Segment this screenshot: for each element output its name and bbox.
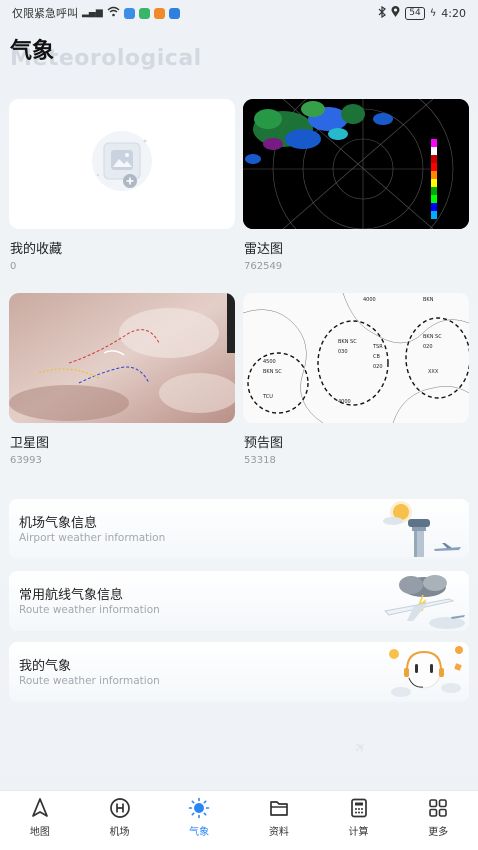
nav-label-weather: 气象 bbox=[189, 827, 210, 838]
location-icon bbox=[391, 5, 400, 21]
nav-item-calculate[interactable]: 计算 bbox=[319, 791, 399, 850]
nav-label-airport: 机场 bbox=[109, 827, 130, 838]
svg-text:BKN SC: BKN SC bbox=[423, 334, 442, 340]
assistant-avatar-icon bbox=[389, 646, 463, 697]
svg-text:020: 020 bbox=[373, 364, 383, 370]
svg-text:BKN SC: BKN SC bbox=[338, 339, 357, 345]
nav-label-map: 地图 bbox=[29, 827, 50, 838]
route-weather-title: 常用航线气象信息 bbox=[19, 588, 124, 603]
my-weather-subtitle: Route weather information bbox=[19, 675, 160, 687]
watermark: ✈ bbox=[351, 738, 371, 758]
svg-text:BKN: BKN bbox=[423, 297, 434, 303]
nav-item-airport[interactable]: 机场 bbox=[80, 791, 160, 850]
favorites-card[interactable] bbox=[9, 99, 235, 229]
route-weather-card[interactable]: 常用航线气象信息 Route weather information bbox=[9, 571, 469, 631]
app-icon-blue bbox=[123, 7, 135, 19]
charging-icon: ϟ bbox=[429, 7, 437, 19]
airport-weather-subtitle: Airport weather information bbox=[19, 532, 166, 544]
add-image-icon bbox=[92, 131, 152, 191]
bottom-navigation: 地图 机场 气象 资料 计算 更多 bbox=[0, 790, 478, 850]
svg-text:BKN SC: BKN SC bbox=[263, 369, 282, 375]
favorites-label: 我的收藏 bbox=[10, 242, 63, 257]
svg-text:XXX: XXX bbox=[428, 369, 439, 375]
radar-image-card[interactable] bbox=[243, 99, 469, 229]
satellite-image-card[interactable] bbox=[9, 293, 235, 423]
favorites-count: 0 bbox=[10, 261, 17, 272]
nav-label-more: 更多 bbox=[428, 827, 449, 838]
route-weather-subtitle: Route weather information bbox=[19, 604, 160, 616]
radar-count: 762549 bbox=[244, 261, 283, 272]
airport-weather-title: 机场气象信息 bbox=[19, 516, 98, 531]
svg-text:020: 020 bbox=[423, 344, 433, 350]
sun-icon bbox=[188, 797, 210, 819]
grid-more-icon bbox=[429, 799, 447, 817]
satellite-map-image bbox=[9, 293, 235, 423]
wifi-icon bbox=[107, 6, 120, 20]
svg-text:CB: CB bbox=[373, 354, 380, 360]
signal-icon: ▂▄▆ bbox=[82, 8, 103, 18]
nav-item-map[interactable]: 地图 bbox=[0, 791, 80, 850]
svg-text:4500: 4500 bbox=[263, 359, 276, 365]
svg-text:TCU: TCU bbox=[262, 394, 273, 400]
nav-item-weather[interactable]: 气象 bbox=[159, 791, 239, 850]
airport-weather-card[interactable]: 机场气象信息 Airport weather information bbox=[9, 499, 469, 559]
airplane-cloud-icon bbox=[383, 575, 465, 629]
nav-label-calculate: 计算 bbox=[348, 827, 369, 838]
app-icon-green bbox=[138, 7, 150, 19]
carrier-text: 仅限紧急呼叫 bbox=[12, 7, 78, 20]
status-bar: 仅限紧急呼叫 ▂▄▆ 54 ϟ 4:20 bbox=[0, 0, 478, 26]
satellite-label: 卫星图 bbox=[10, 436, 50, 451]
app-icon-blue2 bbox=[168, 7, 180, 19]
bluetooth-icon bbox=[378, 5, 387, 21]
svg-text:030: 030 bbox=[338, 349, 348, 355]
nav-item-documents[interactable]: 资料 bbox=[239, 791, 319, 850]
calculator-icon bbox=[350, 798, 367, 818]
forecast-label: 预告图 bbox=[244, 436, 284, 451]
radar-label: 雷达图 bbox=[244, 242, 284, 257]
app-icon-orange bbox=[153, 7, 165, 19]
page-title: 气象 bbox=[10, 39, 55, 64]
satellite-count: 63993 bbox=[10, 455, 42, 466]
battery-indicator: 54 bbox=[405, 6, 425, 20]
svg-text:4000: 4000 bbox=[363, 297, 376, 303]
navigation-arrow-icon bbox=[31, 798, 48, 817]
forecast-count: 53318 bbox=[244, 455, 276, 466]
radar-map-image bbox=[243, 99, 469, 229]
my-weather-title: 我的气象 bbox=[19, 659, 72, 674]
forecast-image-card[interactable]: 4500 BKN SC TCU BKN SC 030 TSR CB 020 BKN SC 0… bbox=[243, 293, 469, 423]
nav-label-documents: 资料 bbox=[268, 827, 289, 838]
helipad-icon bbox=[109, 798, 130, 818]
svg-text:TSR: TSR bbox=[372, 344, 383, 350]
clock-time: 4:20 bbox=[441, 6, 466, 20]
nav-item-more[interactable]: 更多 bbox=[398, 791, 478, 850]
forecast-chart-image: 4500 BKN SC TCU BKN SC 030 TSR CB 020 BKN SC 0… bbox=[243, 293, 469, 423]
my-weather-card[interactable]: 我的气象 Route weather information bbox=[9, 642, 469, 702]
svg-text:4000: 4000 bbox=[338, 399, 351, 405]
airport-tower-icon bbox=[383, 501, 461, 557]
folder-icon bbox=[269, 801, 288, 816]
